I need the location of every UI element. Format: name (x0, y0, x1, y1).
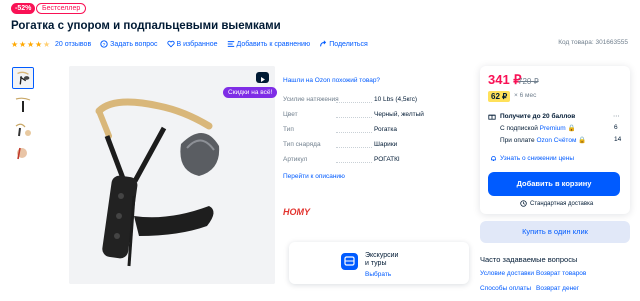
svg-text:?: ? (103, 42, 106, 48)
card-bonus-value: 14 (614, 136, 622, 143)
slingshot-thumb (12, 142, 34, 164)
faq-link-refund[interactable]: Возврат денег (536, 285, 579, 292)
sale-badge: Скидки на всё! (223, 87, 278, 98)
product-title: Рогатка с упором и подпальцевыми выемкам… (11, 20, 281, 32)
price-drop-link[interactable]: Узнать о снижении цены (490, 155, 574, 162)
spec-dots (336, 132, 372, 133)
share-button[interactable]: Поделиться (319, 40, 368, 48)
bestseller-badge[interactable]: Бестселлер (36, 3, 87, 14)
delivery-info: Стандартная доставка (520, 200, 593, 207)
old-price: 720 ₽ (518, 77, 539, 86)
compare-button[interactable]: Добавить к сравнению (227, 40, 310, 48)
bonus-more-icon[interactable]: ⋯ (613, 112, 620, 120)
thumbnail-4[interactable] (12, 142, 34, 164)
bell-icon (491, 156, 496, 161)
ozon-account-link[interactable]: Ozon Счётом (536, 137, 576, 144)
premium-link[interactable]: Premium (540, 125, 566, 132)
installment-price[interactable]: 62 ₽ (488, 91, 511, 102)
spec-label: Цвет (283, 111, 298, 118)
favorites-button[interactable]: В избранное (166, 40, 218, 48)
similar-product-link[interactable]: Нашли на Ozon похожий товар? (283, 77, 380, 84)
play-icon (261, 77, 265, 82)
installment-term: × 6 мес (514, 92, 537, 99)
slingshot-thumb (12, 118, 34, 140)
slingshot-image (69, 66, 275, 284)
faq-title: Часто задаваемые вопросы (480, 255, 578, 264)
lock-icon: 🔒 (578, 137, 587, 144)
star-icon: ★ (19, 39, 27, 49)
delivery-icon (520, 200, 527, 207)
excursion-icon (341, 253, 358, 270)
go-to-description-link[interactable]: Перейти к описанию (283, 173, 345, 180)
current-price: 341 ₽ (488, 72, 522, 87)
faq-link-payment[interactable]: Способы оплаты (480, 285, 531, 292)
compare-icon (227, 41, 234, 47)
product-main-image[interactable] (69, 66, 275, 284)
bonus-row: Получите до 20 баллов (488, 112, 575, 120)
thumbnail-3[interactable] (12, 118, 34, 140)
spec-value: Рогатка (374, 126, 397, 133)
question-icon: ? (100, 40, 108, 48)
star-half-icon: ★ (43, 39, 51, 49)
brand-logo[interactable]: HOMY (283, 207, 310, 217)
buy-one-click-button[interactable]: Купить в один клик (480, 221, 630, 243)
spec-value: Шарики (374, 141, 398, 148)
spec-dots (336, 102, 372, 103)
bus-icon (344, 256, 355, 266)
product-actions: ★ ★ ★ ★ ★ 20 отзывов ? Задать вопрос В и… (11, 39, 377, 49)
reviews-link[interactable]: 20 отзывов (55, 41, 91, 48)
spec-label: Усилие натяжения (283, 96, 339, 103)
spec-dots (336, 117, 372, 118)
spec-value: РОГАТКI (374, 156, 400, 163)
add-to-cart-button[interactable]: Добавить в корзину (488, 172, 620, 196)
discount-badge: -52% (11, 3, 36, 14)
premium-bonus-row: С подпиской Premium 🔒 (500, 125, 576, 132)
lock-icon: 🔒 (567, 125, 576, 132)
spec-value: 10 Lbs (4,5кгс) (374, 96, 418, 103)
thumbnail-1[interactable] (12, 67, 34, 89)
card-bonus-row: При оплате Ozon Счётом 🔒 (500, 137, 587, 144)
heart-icon (166, 40, 175, 48)
spec-value: Черный, желтый (374, 111, 424, 118)
star-icon: ★ (11, 39, 19, 49)
excursions-select-link[interactable]: Выбрать (365, 271, 391, 278)
video-icon[interactable] (256, 72, 269, 83)
faq-link-delivery[interactable]: Условие доставки (480, 270, 534, 277)
slingshot-thumb (13, 68, 33, 88)
product-code: Код товара: 301663555 (558, 39, 628, 46)
spec-label: Артикул (283, 156, 308, 163)
faq-link-returns[interactable]: Возврат товаров (536, 270, 586, 277)
rating-stars[interactable]: ★ ★ ★ ★ ★ (11, 39, 51, 49)
spec-label: Тип снаряда (283, 141, 321, 148)
spec-dots (336, 162, 372, 163)
premium-bonus-value: 6 (614, 124, 618, 131)
spec-dots (336, 147, 372, 148)
thumbnail-2[interactable] (12, 94, 34, 116)
ask-question-link[interactable]: ? Задать вопрос (100, 40, 158, 48)
gift-icon (488, 114, 496, 120)
share-icon (320, 40, 327, 47)
spec-label: Тип (283, 126, 294, 133)
slingshot-thumb (12, 94, 34, 116)
star-icon: ★ (35, 39, 43, 49)
star-icon: ★ (27, 39, 35, 49)
excursions-title: Экскурсии и туры (365, 252, 399, 267)
